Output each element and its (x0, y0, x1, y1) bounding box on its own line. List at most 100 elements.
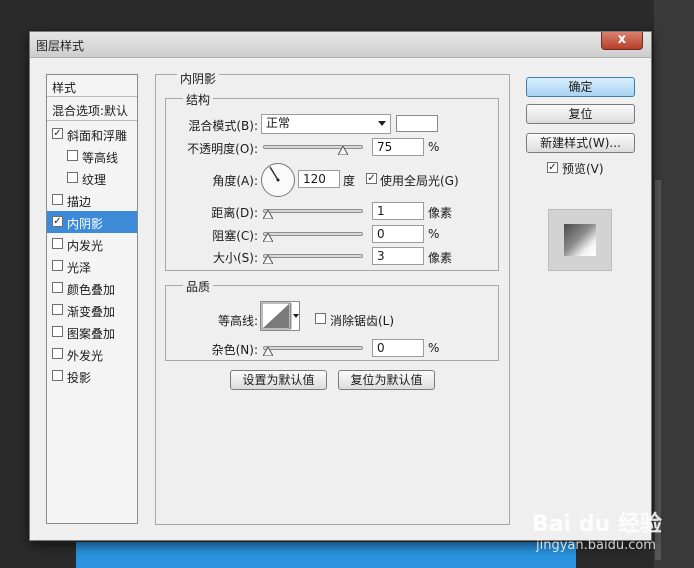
make-default-button[interactable]: 设置为默认值 (230, 370, 327, 390)
style-item-label: 描边 (67, 195, 92, 209)
choke-slider-thumb[interactable] (263, 233, 273, 242)
distance-label: 距离(D): (211, 206, 258, 220)
contour-curve-icon (261, 302, 299, 330)
drop-shadow-checkbox[interactable] (52, 370, 63, 381)
reset-default-button[interactable]: 复位为默认值 (338, 370, 435, 390)
choke-unit: % (428, 227, 440, 241)
style-item-label: 外发光 (67, 349, 104, 363)
global-light-label: 使用全局光(G) (380, 174, 459, 188)
style-list-header[interactable]: 样式 (47, 75, 137, 97)
global-light-checkbox[interactable]: ✓ (366, 173, 377, 184)
texture-checkbox[interactable] (67, 172, 78, 183)
style-item-label: 内发光 (67, 239, 104, 253)
style-item-satin[interactable]: 光泽 (47, 255, 137, 277)
watermark-url: jingyan.baidu.com (536, 538, 656, 553)
style-item-stroke[interactable]: 描边 (47, 189, 137, 211)
style-item-outer-glow[interactable]: 外发光 (47, 343, 137, 365)
window-title: 图层样式 (36, 39, 85, 53)
opacity-unit: % (428, 140, 440, 154)
size-input[interactable]: 3 (372, 247, 424, 265)
contour-picker[interactable] (260, 301, 300, 331)
size-label: 大小(S): (212, 251, 258, 265)
style-item-drop-shadow[interactable]: 投影 (47, 365, 137, 387)
style-item-color-overlay[interactable]: 颜色叠加 (47, 277, 137, 299)
angle-label: 角度(A): (212, 174, 258, 188)
style-item-label: 纹理 (82, 173, 107, 187)
antialias-checkbox[interactable] (315, 313, 326, 324)
satin-checkbox[interactable] (52, 260, 63, 271)
reset-button[interactable]: 复位 (526, 104, 635, 124)
preview-checkbox[interactable]: ✓ (547, 162, 558, 173)
bevel-emboss-checkbox[interactable]: ✓ (52, 128, 63, 139)
ok-button[interactable]: 确定 (526, 77, 635, 97)
watermark-logo: Bai du 经验 (532, 512, 662, 537)
pattern-overlay-checkbox[interactable] (52, 326, 63, 337)
size-slider-thumb[interactable] (263, 255, 273, 264)
style-item-label: 内阴影 (67, 217, 104, 231)
style-list: 样式 混合选项:默认 ✓ 斜面和浮雕 等高线 纹理 描边 ✓ 内阴影 内发光 光… (46, 74, 138, 524)
noise-slider-track[interactable] (263, 346, 363, 350)
style-item-contour[interactable]: 等高线 (47, 145, 137, 167)
distance-input[interactable]: 1 (372, 202, 424, 220)
choke-input[interactable]: 0 (372, 225, 424, 243)
color-overlay-checkbox[interactable] (52, 282, 63, 293)
inner-shadow-checkbox[interactable]: ✓ (52, 216, 63, 227)
opacity-input[interactable]: 75 (372, 138, 424, 156)
noise-input[interactable]: 0 (372, 339, 424, 357)
angle-needle-icon (269, 166, 280, 182)
style-item-bevel-emboss[interactable]: ✓ 斜面和浮雕 (47, 123, 137, 145)
new-style-button[interactable]: 新建样式(W)... (526, 133, 635, 153)
panel-title: 内阴影 (177, 70, 220, 87)
style-item-label: 光泽 (67, 261, 92, 275)
antialias-label: 消除锯齿(L) (330, 314, 395, 328)
distance-slider-thumb[interactable] (263, 210, 273, 219)
title-bar[interactable]: 图层样式 x (30, 32, 651, 58)
dialog-content: 样式 混合选项:默认 ✓ 斜面和浮雕 等高线 纹理 描边 ✓ 内阴影 内发光 光… (30, 59, 651, 540)
style-item-label: 颜色叠加 (67, 283, 116, 297)
style-item-gradient-overlay[interactable]: 渐变叠加 (47, 299, 137, 321)
style-item-pattern-overlay[interactable]: 图案叠加 (47, 321, 137, 343)
choke-label: 阻塞(C): (212, 229, 258, 243)
distance-slider-track[interactable] (263, 209, 363, 213)
angle-dial[interactable] (261, 163, 295, 197)
style-item-texture[interactable]: 纹理 (47, 167, 137, 189)
close-button[interactable]: x (601, 32, 643, 50)
stroke-checkbox[interactable] (52, 194, 63, 205)
style-item-inner-shadow[interactable]: ✓ 内阴影 (47, 211, 137, 233)
style-item-label: 图案叠加 (67, 327, 116, 341)
background-canvas-blue (76, 540, 576, 568)
choke-slider-track[interactable] (263, 232, 363, 236)
preview-label: 预览(V) (562, 162, 604, 176)
structure-group-title: 结构 (183, 91, 214, 108)
gradient-overlay-checkbox[interactable] (52, 304, 63, 315)
style-item-label: 投影 (67, 371, 92, 385)
style-item-inner-glow[interactable]: 内发光 (47, 233, 137, 255)
angle-unit: 度 (343, 174, 356, 188)
quality-group-title: 品质 (183, 278, 214, 295)
opacity-slider-thumb[interactable] (338, 146, 348, 155)
blend-mode-label: 混合模式(B): (188, 119, 258, 133)
style-item-label: 斜面和浮雕 (67, 129, 128, 143)
layer-style-dialog: 图层样式 x 样式 混合选项:默认 ✓ 斜面和浮雕 等高线 纹理 描边 ✓ 内阴… (29, 31, 652, 541)
noise-unit: % (428, 341, 440, 355)
opacity-slider-track[interactable] (263, 145, 363, 149)
style-item-label: 等高线 (82, 151, 119, 165)
background-scrollbar (655, 180, 661, 560)
noise-slider-thumb[interactable] (263, 347, 273, 356)
size-slider-track[interactable] (263, 254, 363, 258)
blend-mode-value: 正常 (266, 116, 291, 130)
outer-glow-checkbox[interactable] (52, 348, 63, 359)
blend-options-item[interactable]: 混合选项:默认 (47, 97, 137, 121)
noise-label: 杂色(N): (211, 343, 258, 357)
style-item-label: 渐变叠加 (67, 305, 116, 319)
chevron-down-icon (378, 121, 386, 126)
opacity-label: 不透明度(O): (187, 142, 258, 156)
blend-mode-select[interactable]: 正常 (261, 114, 391, 134)
shadow-color-swatch[interactable] (396, 115, 438, 132)
contour-checkbox[interactable] (67, 150, 78, 161)
inner-glow-checkbox[interactable] (52, 238, 63, 249)
style-preview (548, 209, 612, 271)
style-list-header-label: 样式 (52, 81, 77, 95)
angle-input[interactable]: 120 (298, 170, 340, 188)
size-unit: 像素 (428, 251, 453, 265)
